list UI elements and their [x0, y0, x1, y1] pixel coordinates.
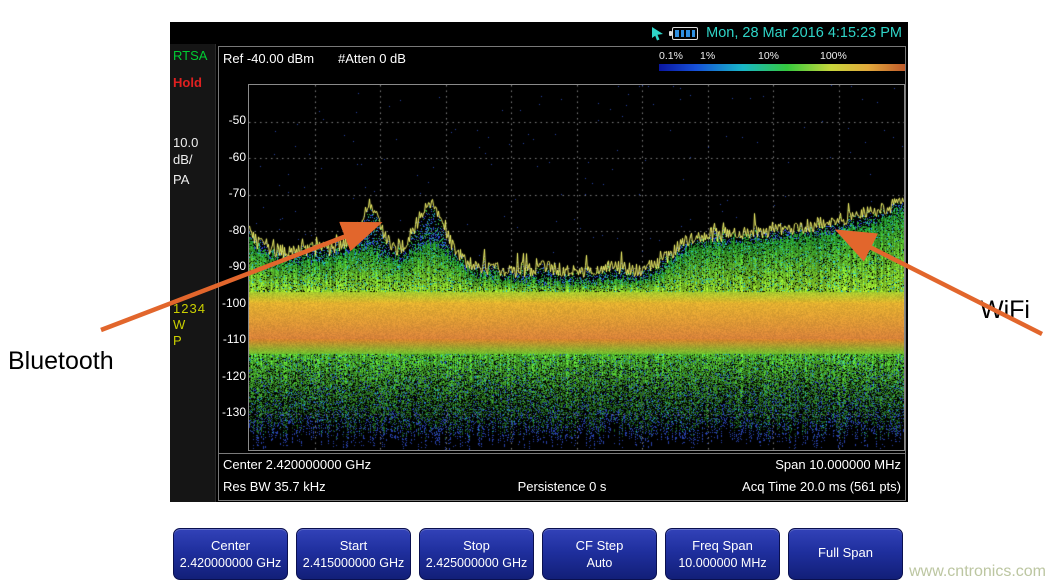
detector-indicator: P — [173, 333, 182, 348]
softkey-label: Start — [340, 539, 367, 553]
y-axis-label: -80 — [219, 222, 246, 238]
annotation-divider — [219, 453, 905, 454]
measurement-display: Ref -40.00 dBm #Atten 0 dB 0.1% 1% 10% 1… — [218, 46, 906, 501]
watermark-text: www.cntronics.com — [862, 563, 1046, 581]
softkey-value: 2.420000000 GHz — [180, 556, 281, 570]
spectrum-graticule — [248, 84, 905, 451]
acq-time-annotation: Acq Time 20.0 ms (561 pts) — [742, 479, 901, 494]
y-axis-label: -130 — [219, 404, 246, 420]
softkey-cf-step[interactable]: CF Step Auto — [542, 528, 657, 580]
attenuation-annotation: #Atten 0 dB — [338, 51, 406, 66]
cursor-icon — [651, 26, 664, 41]
density-color-scale — [659, 64, 905, 71]
battery-bar — [675, 30, 679, 37]
softkey-stop[interactable]: Stop 2.425000000 GHz — [419, 528, 534, 580]
battery-bar — [692, 30, 696, 37]
left-sidebar: RTSA Hold 10.0 dB/ PA 1234 W P — [170, 44, 216, 502]
softkey-value: 10.000000 MHz — [678, 556, 766, 570]
bluetooth-callout-label: Bluetooth — [8, 347, 114, 376]
datetime-text: Mon, 28 Mar 2016 4:15:23 PM — [706, 25, 902, 41]
y-axis-label: -100 — [219, 295, 246, 311]
scale-value: 10.0 — [173, 135, 198, 150]
page-root: Mon, 28 Mar 2016 4:15:23 PM RTSA Hold 10… — [0, 0, 1047, 587]
trace-mode-indicator: W — [173, 317, 185, 332]
y-axis-label: -50 — [219, 112, 246, 128]
softkey-value: Auto — [587, 556, 613, 570]
softkey-label: Full Span — [818, 546, 873, 560]
analyzer-screen: Mon, 28 Mar 2016 4:15:23 PM RTSA Hold 10… — [170, 22, 908, 502]
softkey-value: 2.415000000 GHz — [303, 556, 404, 570]
density-legend-label: 0.1% — [659, 50, 683, 62]
softkey-label: Freq Span — [692, 539, 753, 553]
preamp-indicator: PA — [173, 172, 189, 187]
battery-bar — [681, 30, 685, 37]
scale-unit: dB/ — [173, 152, 193, 167]
y-axis-label: -120 — [219, 368, 246, 384]
status-bar: Mon, 28 Mar 2016 4:15:23 PM — [170, 22, 908, 44]
y-axis-label: -60 — [219, 149, 246, 165]
ref-level-annotation: Ref -40.00 dBm — [223, 51, 314, 66]
density-legend-label: 1% — [700, 50, 715, 62]
trace-numbers: 1234 — [173, 301, 206, 316]
softkey-start[interactable]: Start 2.415000000 GHz — [296, 528, 411, 580]
sweep-hold-indicator: Hold — [173, 75, 202, 90]
softkey-freq-span[interactable]: Freq Span 10.000000 MHz — [665, 528, 780, 580]
y-axis-label: -110 — [219, 331, 246, 347]
softkey-label: Stop — [463, 539, 490, 553]
spectrum-canvas — [249, 85, 904, 450]
y-axis-label: -70 — [219, 185, 246, 201]
softkey-value: 2.425000000 GHz — [426, 556, 527, 570]
softkey-label: Center — [211, 539, 250, 553]
softkey-center[interactable]: Center 2.420000000 GHz — [173, 528, 288, 580]
wifi-callout-label: WiFi — [980, 296, 1030, 325]
battery-icon — [672, 27, 698, 40]
mode-indicator: RTSA — [173, 48, 207, 63]
density-legend-label: 10% — [758, 50, 779, 62]
amplitude-axis: -50 -60 -70 -80 -90 -100 -110 -120 -130 — [219, 84, 246, 449]
span-annotation: Span 10.000000 MHz — [775, 457, 901, 472]
center-freq-annotation: Center 2.420000000 GHz — [223, 457, 371, 472]
y-axis-label: -90 — [219, 258, 246, 274]
battery-bar — [686, 30, 690, 37]
softkey-label: CF Step — [576, 539, 624, 553]
density-legend-label: 100% — [820, 50, 847, 62]
